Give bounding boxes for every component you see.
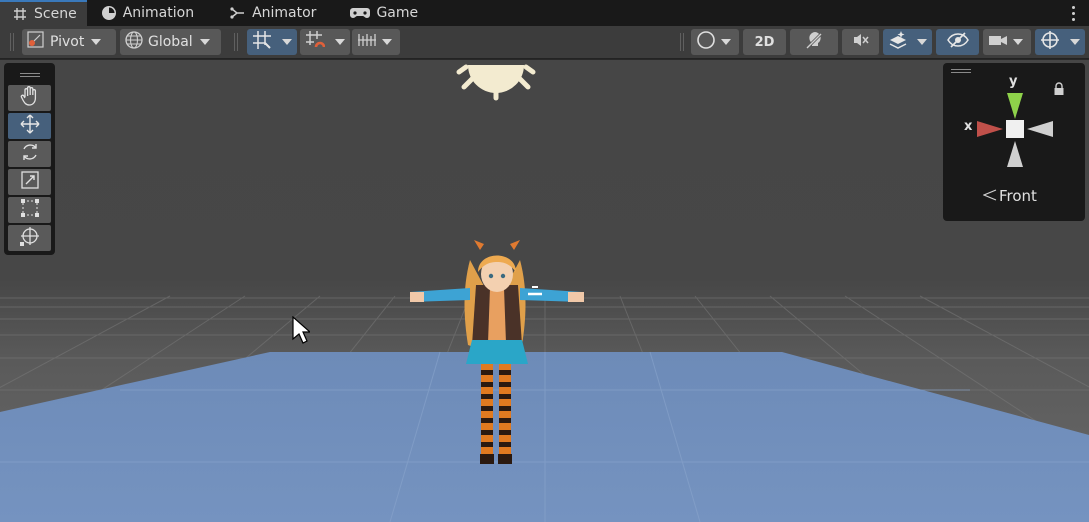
tab-animation[interactable]: Animation <box>89 0 204 26</box>
grid-hash-icon <box>12 6 28 22</box>
scene-render <box>0 64 1089 522</box>
lighting-icon <box>804 30 824 54</box>
move-arrows-icon <box>19 113 41 139</box>
camera-dropdown[interactable] <box>983 29 1031 55</box>
hand-icon <box>19 85 41 111</box>
tab-scene[interactable]: Scene <box>0 0 87 26</box>
scene-viewport[interactable] <box>0 60 1089 522</box>
transform-tool-button[interactable] <box>8 225 51 251</box>
center-cube <box>1006 120 1024 138</box>
scene-toolbar: Pivot Global 2D <box>0 26 1089 59</box>
ruler-snap-dropdown[interactable] <box>352 29 400 55</box>
gizmo-crosshair-icon <box>1040 30 1060 54</box>
view-2d-toggle[interactable]: 2D <box>743 29 786 55</box>
visibility-eye-off-icon <box>946 30 969 54</box>
chevron-down-icon <box>917 39 927 45</box>
effects-toggle[interactable] <box>883 29 912 55</box>
gizmos-dropdown[interactable] <box>1065 29 1085 55</box>
gizmos-toggle[interactable] <box>1035 29 1065 55</box>
view-2d-label: 2D <box>754 34 775 50</box>
unity-scene-window: Scene Animation Animator Game Pivot Glob… <box>0 0 1089 522</box>
orientation-gizmo: y x Front <box>943 63 1085 221</box>
chevron-down-icon <box>1013 39 1023 45</box>
pivot-icon <box>26 30 46 54</box>
mouse-pointer-icon <box>292 315 312 348</box>
chevron-down-icon <box>282 39 292 45</box>
chevron-down-icon <box>721 39 731 45</box>
chevron-down-icon <box>1070 39 1080 45</box>
axis-handles[interactable] <box>943 63 1085 183</box>
view-label: Front <box>999 187 1037 205</box>
perspective-icon <box>982 187 997 205</box>
tab-label: Animation <box>122 5 195 21</box>
palette-drag-handle[interactable] <box>8 67 51 83</box>
chevron-down-icon <box>335 39 345 45</box>
axis-y-cone <box>1007 93 1023 119</box>
tab-bar: Scene Animation Animator Game <box>0 0 1089 26</box>
clock-icon <box>101 5 117 21</box>
toolbar-grip <box>680 33 684 51</box>
audio-muted-icon <box>851 30 871 54</box>
rect-tool-button[interactable] <box>8 197 51 223</box>
view-mode-toggle[interactable]: Front <box>982 187 1037 205</box>
tab-label: Scene <box>34 6 77 22</box>
global-dropdown[interactable]: Global <box>120 29 221 55</box>
move-tool-button[interactable] <box>8 113 51 139</box>
draw-mode-dropdown[interactable] <box>691 29 739 55</box>
axis-neg-x-cone <box>1027 121 1053 137</box>
scale-icon <box>19 169 41 195</box>
rotate-tool-button[interactable] <box>8 141 51 167</box>
transform-combo-icon <box>19 225 41 251</box>
grid-snapping-dropdown[interactable] <box>277 29 297 55</box>
tab-label: Animator <box>252 5 317 21</box>
tool-palette <box>4 63 55 255</box>
grid-snapping-toggle[interactable] <box>247 29 277 55</box>
chevron-down-icon <box>91 39 102 45</box>
effects-layers-icon <box>888 30 908 54</box>
globe-icon <box>124 30 144 54</box>
toolbar-grip <box>10 33 14 51</box>
more-options-icon[interactable] <box>1067 3 1079 23</box>
hand-tool-button[interactable] <box>8 85 51 111</box>
rect-transform-icon <box>19 197 41 223</box>
ruler-icon <box>357 30 377 54</box>
magnet-grid-icon <box>305 30 326 54</box>
global-label: Global <box>148 34 193 50</box>
pivot-label: Pivot <box>50 34 85 50</box>
axis-x-cone <box>977 121 1003 137</box>
animator-graph-icon <box>230 5 246 21</box>
chevron-down-icon <box>382 39 392 45</box>
effects-dropdown[interactable] <box>912 29 932 55</box>
grid-snap-icon <box>252 30 272 54</box>
audio-toggle[interactable] <box>842 29 879 55</box>
scene-visibility-toggle[interactable] <box>936 29 979 55</box>
axis-neg-y-cone <box>1007 141 1023 167</box>
lighting-toggle[interactable] <box>790 29 838 55</box>
pivot-dropdown[interactable]: Pivot <box>22 29 116 55</box>
tab-animator[interactable]: Animator <box>218 0 326 26</box>
chevron-down-icon <box>199 39 210 45</box>
increment-snap-dropdown[interactable] <box>330 29 350 55</box>
toolbar-grip <box>234 33 238 51</box>
camera-icon <box>988 30 1008 54</box>
tab-game[interactable]: Game <box>338 0 428 26</box>
tab-label: Game <box>376 5 419 21</box>
scale-tool-button[interactable] <box>8 169 51 195</box>
shading-sphere-icon <box>696 30 716 54</box>
increment-snap-toggle[interactable] <box>300 29 330 55</box>
rotate-icon <box>19 141 41 167</box>
directional-light-icon <box>456 64 536 101</box>
gamepad-icon <box>350 5 371 21</box>
